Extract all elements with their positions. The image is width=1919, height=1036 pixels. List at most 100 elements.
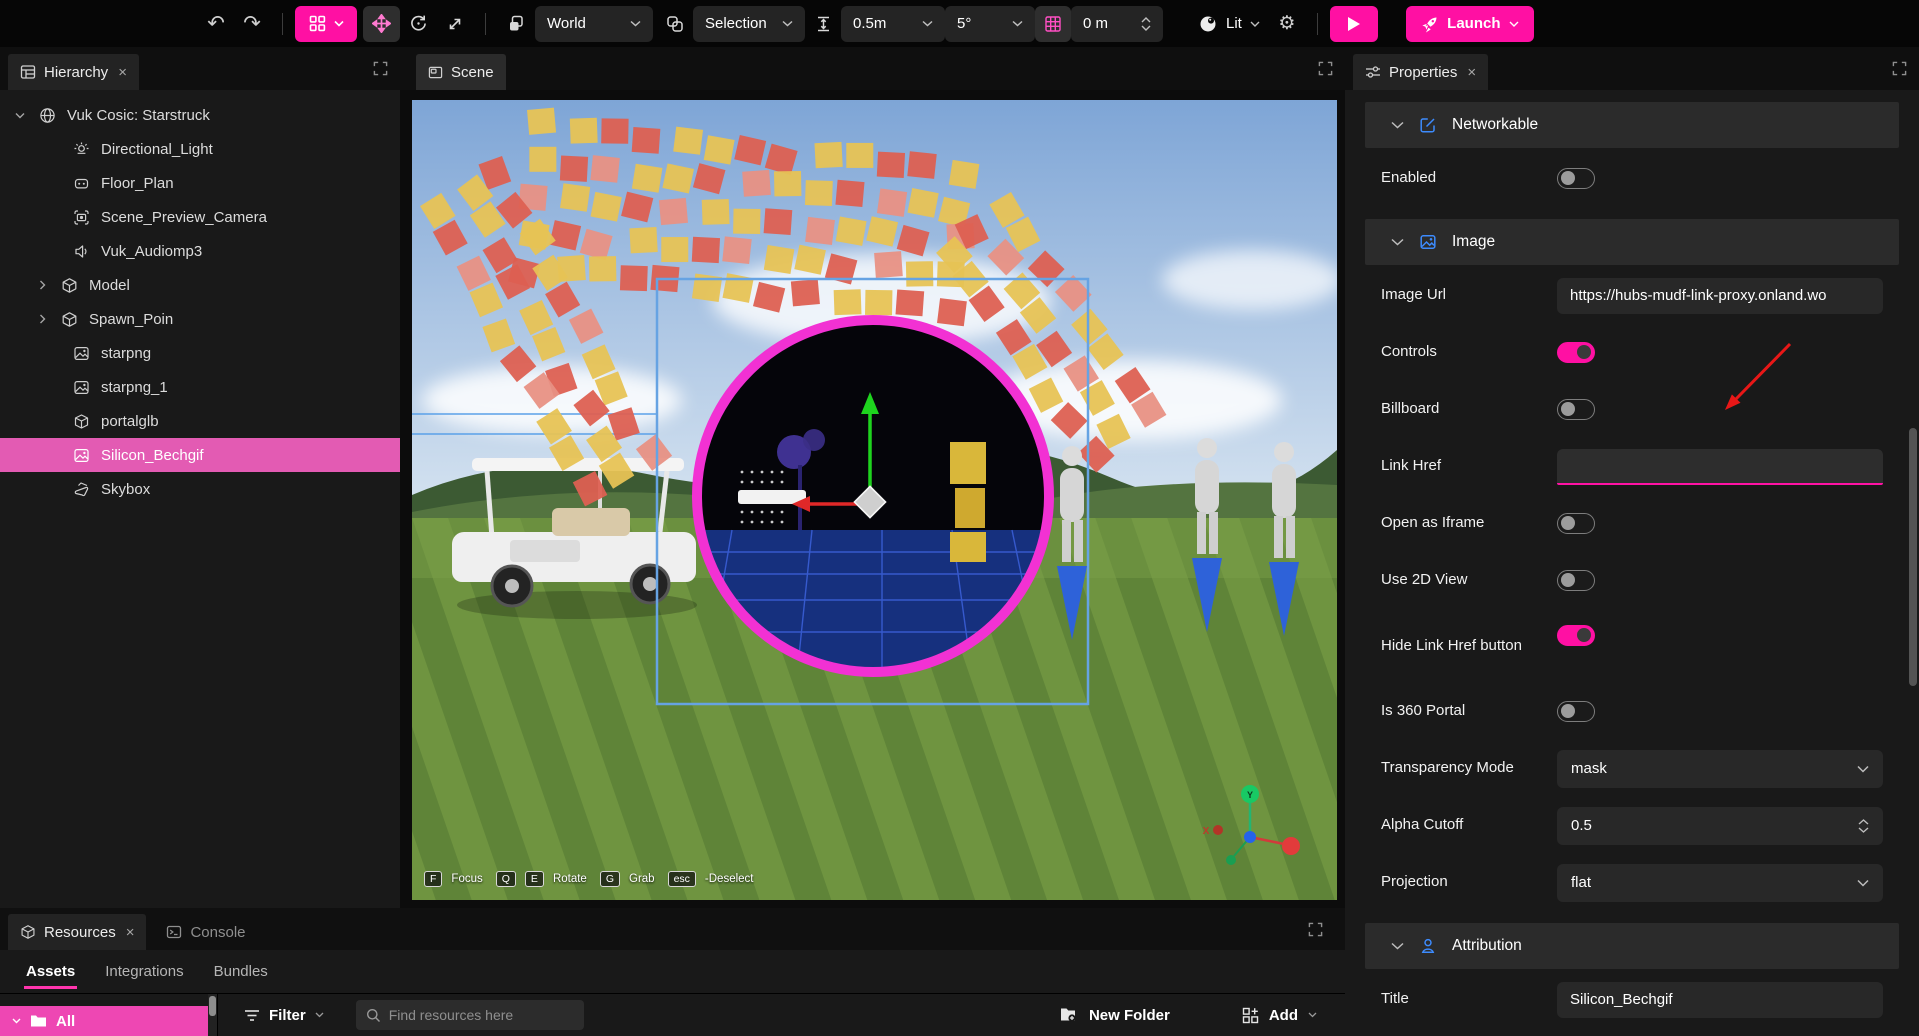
scale-icon	[446, 15, 464, 33]
chevron-down-icon	[630, 20, 641, 27]
filter-button[interactable]: Filter	[244, 1007, 324, 1024]
grid-2x2-icon	[309, 15, 326, 32]
grid-height-stepper[interactable]: 0 m	[1071, 6, 1163, 42]
stepper-arrows[interactable]	[1858, 819, 1869, 833]
close-icon[interactable]: ×	[1467, 64, 1476, 81]
hierarchy-item-skybox[interactable]: Skybox	[0, 472, 400, 506]
row-is-360-portal: Is 360 Portal	[1345, 683, 1919, 740]
pivot-mode-dropdown[interactable]: Selection	[693, 6, 805, 42]
hierarchy-item-starpng-1[interactable]: starpng_1	[0, 370, 400, 404]
snap-ground-button[interactable]	[805, 6, 841, 42]
grid-3x3-icon	[1044, 15, 1062, 33]
hierarchy-item-starpng[interactable]: starpng	[0, 336, 400, 370]
section-networkable[interactable]: Networkable	[1365, 102, 1899, 148]
hierarchy-item-model[interactable]: Model	[0, 268, 400, 302]
chevron-right-icon[interactable]	[34, 314, 50, 324]
tab-resources[interactable]: Resources ×	[8, 914, 146, 950]
rotate-tool-button[interactable]	[400, 6, 437, 42]
close-icon[interactable]: ×	[126, 924, 135, 941]
hide-link-href-toggle[interactable]	[1557, 625, 1595, 646]
tab-console[interactable]: Console	[154, 914, 257, 950]
folder-scrollbar[interactable]	[208, 994, 217, 1036]
projection-select[interactable]: flat	[1557, 864, 1883, 902]
rocket-icon	[1421, 15, 1439, 33]
alpha-cutoff-stepper[interactable]: 0.5	[1557, 807, 1883, 845]
resource-search-box[interactable]	[356, 1000, 584, 1030]
chevron-down-icon[interactable]	[12, 112, 28, 119]
item-label: Model	[89, 277, 130, 294]
row-open-iframe: Open as Iframe	[1345, 495, 1919, 552]
image-url-input[interactable]	[1557, 278, 1883, 314]
link-href-input[interactable]	[1557, 449, 1883, 485]
attribution-title-input[interactable]	[1557, 982, 1883, 1018]
billboard-toggle[interactable]	[1557, 399, 1595, 420]
launch-button[interactable]: Launch	[1406, 6, 1534, 42]
hierarchy-item-directional-light[interactable]: Directional_Light	[0, 132, 400, 166]
fullscreen-icon[interactable]	[373, 61, 388, 76]
subtab-bundles[interactable]: Bundles	[214, 963, 268, 980]
item-label: Silicon_Bechgif	[101, 447, 204, 464]
globe-icon	[39, 107, 56, 124]
tab-scene[interactable]: Scene	[416, 54, 506, 90]
vertical-snap-icon	[815, 15, 832, 33]
hierarchy-item-portalglb[interactable]: portalglb	[0, 404, 400, 438]
scene-3d-render[interactable]: Y X	[412, 100, 1337, 900]
hierarchy-item-audio[interactable]: Vuk_Audiomp3	[0, 234, 400, 268]
transparency-mode-select[interactable]: mask	[1557, 750, 1883, 788]
resource-search-input[interactable]	[389, 1007, 574, 1023]
chevron-down-icon	[1509, 21, 1519, 27]
fullscreen-icon[interactable]	[1318, 61, 1333, 76]
subtab-integrations[interactable]: Integrations	[105, 963, 183, 980]
scale-tool-button[interactable]	[437, 6, 473, 42]
fullscreen-icon[interactable]	[1308, 922, 1323, 937]
hierarchy-item-silicon-bechgif[interactable]: Silicon_Bechgif	[0, 438, 400, 472]
hierarchy-item-scene-root[interactable]: Vuk Cosic: Starstruck	[0, 98, 400, 132]
settings-button[interactable]: ⚙	[1269, 6, 1305, 42]
render-mode-dropdown[interactable]: Lit	[1189, 6, 1269, 42]
fullscreen-icon[interactable]	[1892, 61, 1907, 76]
hierarchy-item-floor-plan[interactable]: Floor_Plan	[0, 166, 400, 200]
section-image[interactable]: Image	[1365, 219, 1899, 265]
close-icon[interactable]: ×	[118, 64, 127, 81]
tab-properties[interactable]: Properties ×	[1353, 54, 1488, 90]
asset-grid-button[interactable]	[295, 6, 357, 42]
pivot-mode-value: Selection	[705, 15, 767, 32]
tab-hierarchy-label: Hierarchy	[44, 64, 108, 81]
transform-space-dropdown[interactable]: World	[535, 6, 653, 42]
tab-hierarchy[interactable]: Hierarchy ×	[8, 54, 139, 90]
folder-item-all[interactable]: All	[0, 1006, 208, 1036]
instances-button[interactable]	[498, 6, 535, 42]
enabled-toggle[interactable]	[1557, 168, 1595, 189]
moon-icon	[1198, 14, 1218, 34]
scene-viewport[interactable]: Y X F Focus Q E Rotate G Grab esc -Desel…	[412, 100, 1337, 900]
section-attribution[interactable]: Attribution	[1365, 923, 1899, 969]
hierarchy-item-scene-preview-camera[interactable]: Scene_Preview_Camera	[0, 200, 400, 234]
controls-toggle[interactable]	[1557, 342, 1595, 363]
pivot-button[interactable]	[657, 6, 693, 42]
undo-button[interactable]: ↶	[198, 6, 234, 42]
floor-plan-icon	[73, 175, 90, 192]
translate-tool-button[interactable]	[363, 6, 400, 42]
redo-button[interactable]: ↷	[234, 6, 270, 42]
new-folder-button[interactable]: New Folder	[1060, 1007, 1170, 1024]
play-button[interactable]	[1330, 6, 1378, 42]
open-iframe-toggle[interactable]	[1557, 513, 1595, 534]
folder-plus-icon	[1060, 1007, 1079, 1023]
add-button[interactable]: Add	[1242, 1007, 1317, 1024]
item-label: starpng	[101, 345, 151, 362]
hierarchy-item-spawn-point[interactable]: Spawn_Poin	[0, 302, 400, 336]
translate-snap-dropdown[interactable]: 0.5m	[841, 6, 945, 42]
scene-column: Scene	[400, 47, 1345, 908]
stepper-arrows[interactable]	[1141, 17, 1151, 31]
filter-icon	[244, 1009, 260, 1022]
rotate-snap-dropdown[interactable]: 5°	[945, 6, 1035, 42]
chevron-right-icon[interactable]	[34, 280, 50, 290]
is-360-portal-toggle[interactable]	[1557, 701, 1595, 722]
subtab-assets[interactable]: Assets	[26, 963, 75, 980]
properties-scrollbar[interactable]	[1909, 428, 1917, 686]
key-f: F	[424, 871, 442, 887]
use-2d-view-toggle[interactable]	[1557, 570, 1595, 591]
hierarchy-tabstrip: Hierarchy ×	[0, 47, 400, 90]
grid-toggle-button[interactable]	[1035, 6, 1071, 42]
item-label: Vuk Cosic: Starstruck	[67, 107, 210, 124]
